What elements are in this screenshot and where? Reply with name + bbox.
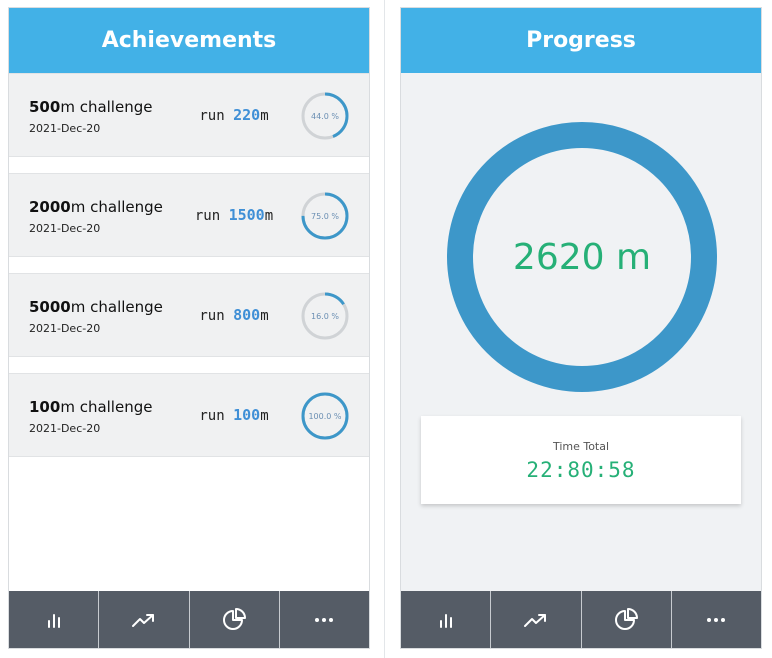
bar-chart-icon bbox=[47, 613, 60, 628]
total-distance: 2620 m bbox=[512, 236, 652, 278]
run-distance: run 220m bbox=[199, 106, 269, 124]
tab-more[interactable] bbox=[280, 591, 369, 648]
trend-icon bbox=[523, 613, 546, 627]
progress-percent: 100.0 % bbox=[308, 411, 342, 421]
tab-pie[interactable] bbox=[582, 591, 672, 648]
trend-icon bbox=[131, 613, 154, 627]
achievement-card[interactable]: 2000m challenge 2021-Dec-20 run 1500m 75… bbox=[9, 173, 369, 257]
tab-trend[interactable] bbox=[99, 591, 190, 648]
achievement-card[interactable]: 500m challenge 2021-Dec-20 run 220m 44.0… bbox=[9, 73, 369, 157]
challenge-date: 2021-Dec-20 bbox=[29, 122, 101, 135]
time-total-card: Time Total 22:80:58 bbox=[421, 416, 741, 504]
tab-trend[interactable] bbox=[491, 591, 582, 648]
challenge-date: 2021-Dec-20 bbox=[29, 222, 101, 235]
tab-pie[interactable] bbox=[190, 591, 280, 648]
pie-chart-icon bbox=[615, 607, 639, 630]
panel-divider bbox=[384, 0, 385, 658]
challenge-title: 2000m challenge bbox=[29, 198, 163, 216]
tab-bar bbox=[9, 591, 369, 648]
tab-bar bbox=[401, 591, 761, 648]
progress-percent: 16.0 % bbox=[311, 311, 339, 321]
time-total-value: 22:80:58 bbox=[526, 458, 636, 482]
more-icon bbox=[707, 617, 726, 622]
challenge-date: 2021-Dec-20 bbox=[29, 322, 101, 335]
tab-more[interactable] bbox=[672, 591, 761, 648]
run-distance: run 1500m bbox=[194, 206, 274, 224]
time-total-label: Time Total bbox=[552, 440, 610, 453]
challenge-title: 5000m challenge bbox=[29, 298, 163, 316]
run-distance: run 100m bbox=[199, 406, 269, 424]
run-distance: run 800m bbox=[199, 306, 269, 324]
progress-percent: 75.0 % bbox=[311, 211, 339, 221]
challenge-title: 100m challenge bbox=[29, 398, 153, 416]
progress-screen: Progress 2620 m Time Total 22:80:58 bbox=[400, 7, 762, 649]
achievements-header: Achievements bbox=[9, 8, 369, 73]
achievement-card[interactable]: 100m challenge 2021-Dec-20 run 100m 100.… bbox=[9, 373, 369, 457]
more-icon bbox=[315, 617, 334, 622]
achievements-screen: Achievements 500m challenge 2021-Dec-20 … bbox=[8, 7, 370, 649]
progress-percent: 44.0 % bbox=[311, 111, 339, 121]
bar-chart-icon bbox=[439, 613, 452, 628]
progress-header: Progress bbox=[401, 8, 761, 73]
challenge-title: 500m challenge bbox=[29, 98, 153, 116]
achievement-card[interactable]: 5000m challenge 2021-Dec-20 run 800m 16.… bbox=[9, 273, 369, 357]
pie-chart-icon bbox=[223, 607, 247, 630]
challenge-date: 2021-Dec-20 bbox=[29, 422, 101, 435]
tab-stats[interactable] bbox=[9, 591, 100, 648]
tab-stats[interactable] bbox=[401, 591, 492, 648]
